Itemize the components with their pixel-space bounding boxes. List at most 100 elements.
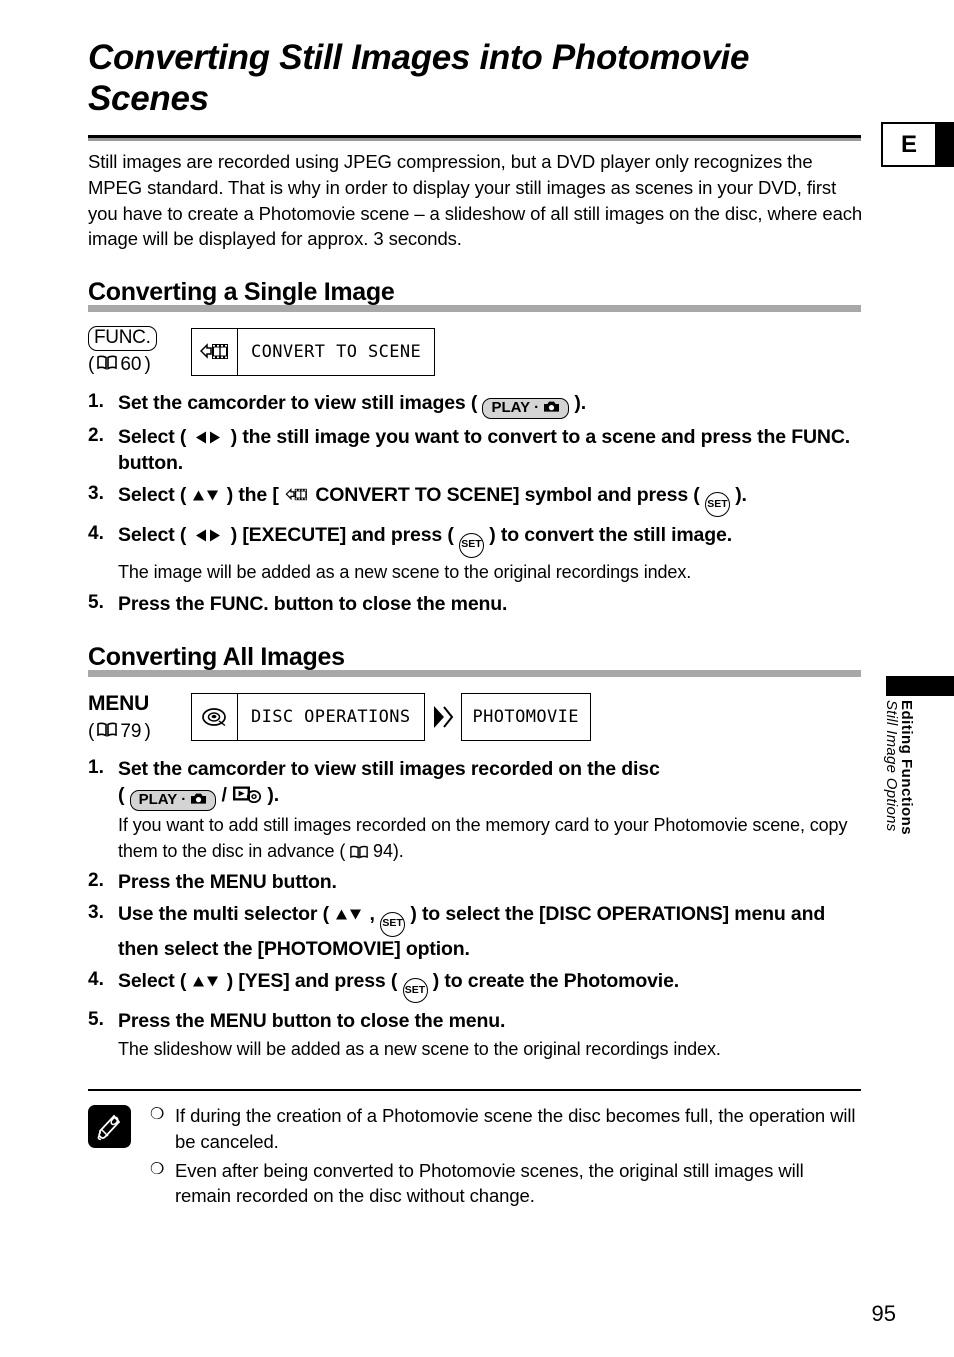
step-text-line2-post: ).	[267, 784, 279, 807]
step-number: 2.	[88, 425, 104, 447]
set-button-glyph[interactable]: SET	[459, 532, 484, 558]
section-heading-text: Converting All Images	[88, 643, 345, 672]
intro-paragraph: Still images are recorded using JPEG com…	[88, 151, 863, 250]
notes-block: ❍ If during the creation of a Photomovie…	[88, 1103, 863, 1213]
steps-list-single: 1. Set the camcorder to view still image…	[88, 391, 863, 617]
menu-path-label-group: FUNC. ( 60 )	[88, 326, 191, 377]
step-text-line2-mid: /	[221, 784, 233, 807]
play-still-button-glyph[interactable]: PLAY ·	[129, 789, 217, 812]
page-reference-60: ( 60 )	[88, 353, 191, 377]
section-heading-converting-all: Converting All Images	[88, 643, 863, 678]
sidebar-chapter: Editing Functions	[898, 700, 915, 836]
step-number: 2.	[88, 870, 104, 892]
menu-box-disc-operations[interactable]: DISC OPERATIONS	[191, 693, 425, 742]
step-item: 4. Select ( ) [EXECUTE] and press ( SET …	[88, 523, 863, 585]
page-reference-79: ( 79 )	[88, 720, 191, 744]
play-label: PLAY	[138, 791, 178, 809]
section-heading-text: Converting a Single Image	[88, 278, 395, 306]
step-text: Set the camcorder to view still images r…	[118, 757, 863, 812]
menu-path-label-group: MENU ( 79 )	[88, 691, 191, 743]
step-text: Press the MENU button.	[118, 871, 337, 894]
card-play-icon	[232, 784, 267, 806]
page-reference-suffix: ).	[392, 840, 404, 861]
step-number: 1.	[88, 757, 104, 779]
step-text-post: ).	[574, 392, 587, 415]
set-label: SET	[461, 538, 482, 551]
convert-to-scene-icon	[192, 328, 238, 375]
double-chevron-icon	[432, 703, 454, 731]
step-text: Press the MENU button to close the menu.	[118, 1010, 506, 1033]
step-text-post: ) to create the Photomovie.	[432, 969, 680, 992]
page-reference-number: 94	[373, 840, 393, 861]
notes-icon-wrap	[88, 1103, 150, 1213]
step-text-pre: Select (	[118, 426, 192, 449]
step-item: 1. Set the camcorder to view still image…	[88, 391, 863, 420]
play-dot: ·	[534, 399, 540, 417]
set-button-glyph[interactable]: SET	[380, 911, 406, 937]
convert-to-scene-icon	[284, 484, 315, 506]
page-reference-number: 60	[120, 354, 142, 376]
note-text: Even after being converted to Photomovie…	[175, 1159, 804, 1207]
set-button-glyph[interactable]: SET	[704, 492, 730, 518]
page-reference-94: 94).	[350, 841, 404, 861]
title-divider	[88, 135, 861, 142]
step-text-post: ) to convert the still image.	[489, 524, 732, 547]
note-text: If during the creation of a Photomovie s…	[175, 1104, 856, 1152]
func-button-label[interactable]: FUNC.	[88, 326, 157, 352]
set-label: SET	[382, 917, 403, 930]
note-item: ❍ If during the creation of a Photomovie…	[150, 1103, 863, 1155]
step-text-mid: ) the [	[226, 484, 279, 506]
sidebar-vertical-labels: Still Image Options Editing Functions	[883, 700, 954, 950]
menu-box-convert-to-scene[interactable]: CONVERT TO SCENE	[191, 327, 436, 376]
step-item: 5. Press the MENU button to close the me…	[88, 1009, 863, 1062]
step-item: 3. Select ( ) the [CONVERT TO SCENE] sy…	[88, 483, 863, 518]
set-button-glyph[interactable]: SET	[402, 978, 428, 1004]
menu-button-label[interactable]: MENU	[88, 692, 149, 715]
menu-box-label: CONVERT TO SCENE	[251, 341, 422, 362]
step-text-pre: Select (	[118, 484, 192, 506]
step-text-pre: Set the camcorder to view still images r…	[118, 758, 660, 781]
paren-open: (	[88, 720, 95, 742]
step-number: 1.	[88, 391, 104, 413]
paren-close: )	[144, 354, 151, 376]
step-subtext: The image will be added as a new scene t…	[118, 561, 692, 582]
step-text: Select ( ) [EXECUTE] and press ( SET ) t…	[118, 523, 863, 558]
step-text-pre: Use the multi selector (	[118, 903, 335, 926]
up-down-arrows-icon	[191, 974, 221, 989]
up-down-arrows-icon	[334, 907, 364, 922]
note-bullet-icon: ❍	[150, 1160, 165, 1178]
note-item: ❍ Even after being converted to Photomov…	[150, 1158, 863, 1210]
step-subtext: The slideshow will be added as a new sce…	[118, 1039, 721, 1060]
step-number: 5.	[88, 591, 104, 613]
play-dot: ·	[181, 791, 187, 809]
page-number: 95	[871, 1301, 896, 1326]
chapter-tab-letter-text: E	[900, 130, 917, 158]
camera-icon	[190, 792, 207, 810]
set-label: SET	[707, 498, 728, 510]
step-text-pre: Set the camcorder to view still images (	[118, 392, 483, 415]
step-number: 3.	[88, 483, 104, 504]
page-reference-number: 79	[120, 720, 142, 742]
menu-box-label: PHOTOMOVIE	[472, 707, 579, 728]
step-text-mid2: CONVERT TO SCENE] symbol and press (	[315, 484, 705, 506]
menu-box-photomovie[interactable]: PHOTOMOVIE	[460, 693, 591, 742]
play-still-button-glyph[interactable]: PLAY ·	[482, 397, 570, 420]
notes-list: ❍ If during the creation of a Photomovie…	[150, 1103, 863, 1213]
left-right-arrows-icon	[191, 528, 225, 543]
step-text: Select ( ) the still image you want to c…	[118, 425, 863, 477]
menu-box-label: DISC OPERATIONS	[251, 707, 411, 728]
step-text: Select ( ) the [CONVERT TO SCENE] symbo…	[118, 483, 863, 518]
chapter-tab-black-block	[935, 122, 954, 167]
step-item: 1. Set the camcorder to view still image…	[88, 757, 863, 864]
memo-pencil-icon	[88, 1104, 131, 1148]
play-label: PLAY	[491, 399, 531, 417]
step-item: 2. Press the MENU button.	[88, 870, 863, 896]
step-text: Press the FUNC. button to close the menu…	[118, 592, 508, 615]
step-number: 4.	[88, 523, 104, 545]
notes-divider	[88, 1088, 861, 1091]
paren-open: (	[88, 354, 95, 376]
disc-icon	[192, 694, 238, 741]
page-content: Converting Still Images into Photomovie …	[88, 38, 863, 1212]
book-icon	[350, 841, 373, 861]
step-text-post: ).	[735, 484, 747, 506]
